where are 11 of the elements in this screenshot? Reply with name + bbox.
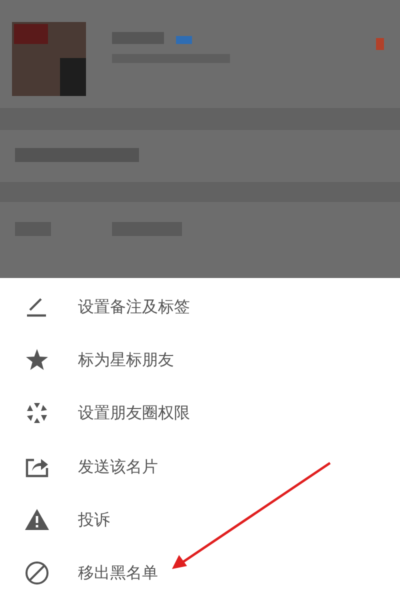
menu-item[interactable]: 标为星标朋友 xyxy=(78,348,174,372)
pencil-icon xyxy=(26,296,48,317)
menu-item[interactable]: 设置朋友圈权限 xyxy=(78,401,190,426)
menu-item[interactable]: 设置备注及标签 xyxy=(78,294,190,319)
menu-item[interactable]: 发送该名片 xyxy=(78,454,158,479)
menu-item[interactable]: 投诉 xyxy=(78,508,110,532)
menu-item[interactable]: 移出黑名单 xyxy=(78,561,158,586)
aperture-icon xyxy=(26,402,48,424)
star-icon xyxy=(26,349,48,370)
block-icon xyxy=(25,561,49,586)
warning-icon xyxy=(25,509,49,530)
